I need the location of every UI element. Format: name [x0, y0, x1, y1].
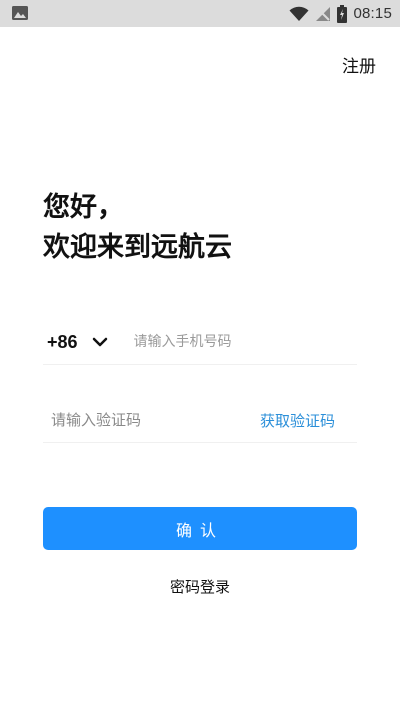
verification-row: 获取验证码 [43, 398, 357, 443]
greeting-title: 您好， 欢迎来到远航云 [43, 188, 232, 268]
phone-input[interactable] [131, 333, 316, 351]
register-link[interactable]: 注册 [342, 52, 376, 77]
status-time: 08:15 [353, 5, 392, 22]
phone-row: +86 [43, 320, 357, 365]
greeting-line-2: 欢迎来到远航云 [43, 232, 232, 263]
password-login-link[interactable]: 密码登录 [170, 578, 230, 596]
confirm-button[interactable]: 确认 [43, 507, 357, 550]
get-code-button[interactable]: 获取验证码 [260, 410, 335, 431]
wifi-icon [289, 6, 309, 21]
greeting-line-1: 您好， [43, 192, 124, 223]
verification-code-input[interactable] [49, 410, 223, 430]
password-login-row: 密码登录 [0, 576, 400, 597]
battery-icon [337, 4, 348, 23]
signal-icon [316, 6, 331, 21]
country-code-selector[interactable]: +86 [47, 332, 108, 353]
chevron-down-icon [92, 337, 107, 347]
image-icon [12, 6, 28, 20]
country-code: +86 [47, 331, 78, 352]
status-icons: 08:15 [289, 0, 392, 27]
status-bar: 08:15 [0, 0, 400, 27]
